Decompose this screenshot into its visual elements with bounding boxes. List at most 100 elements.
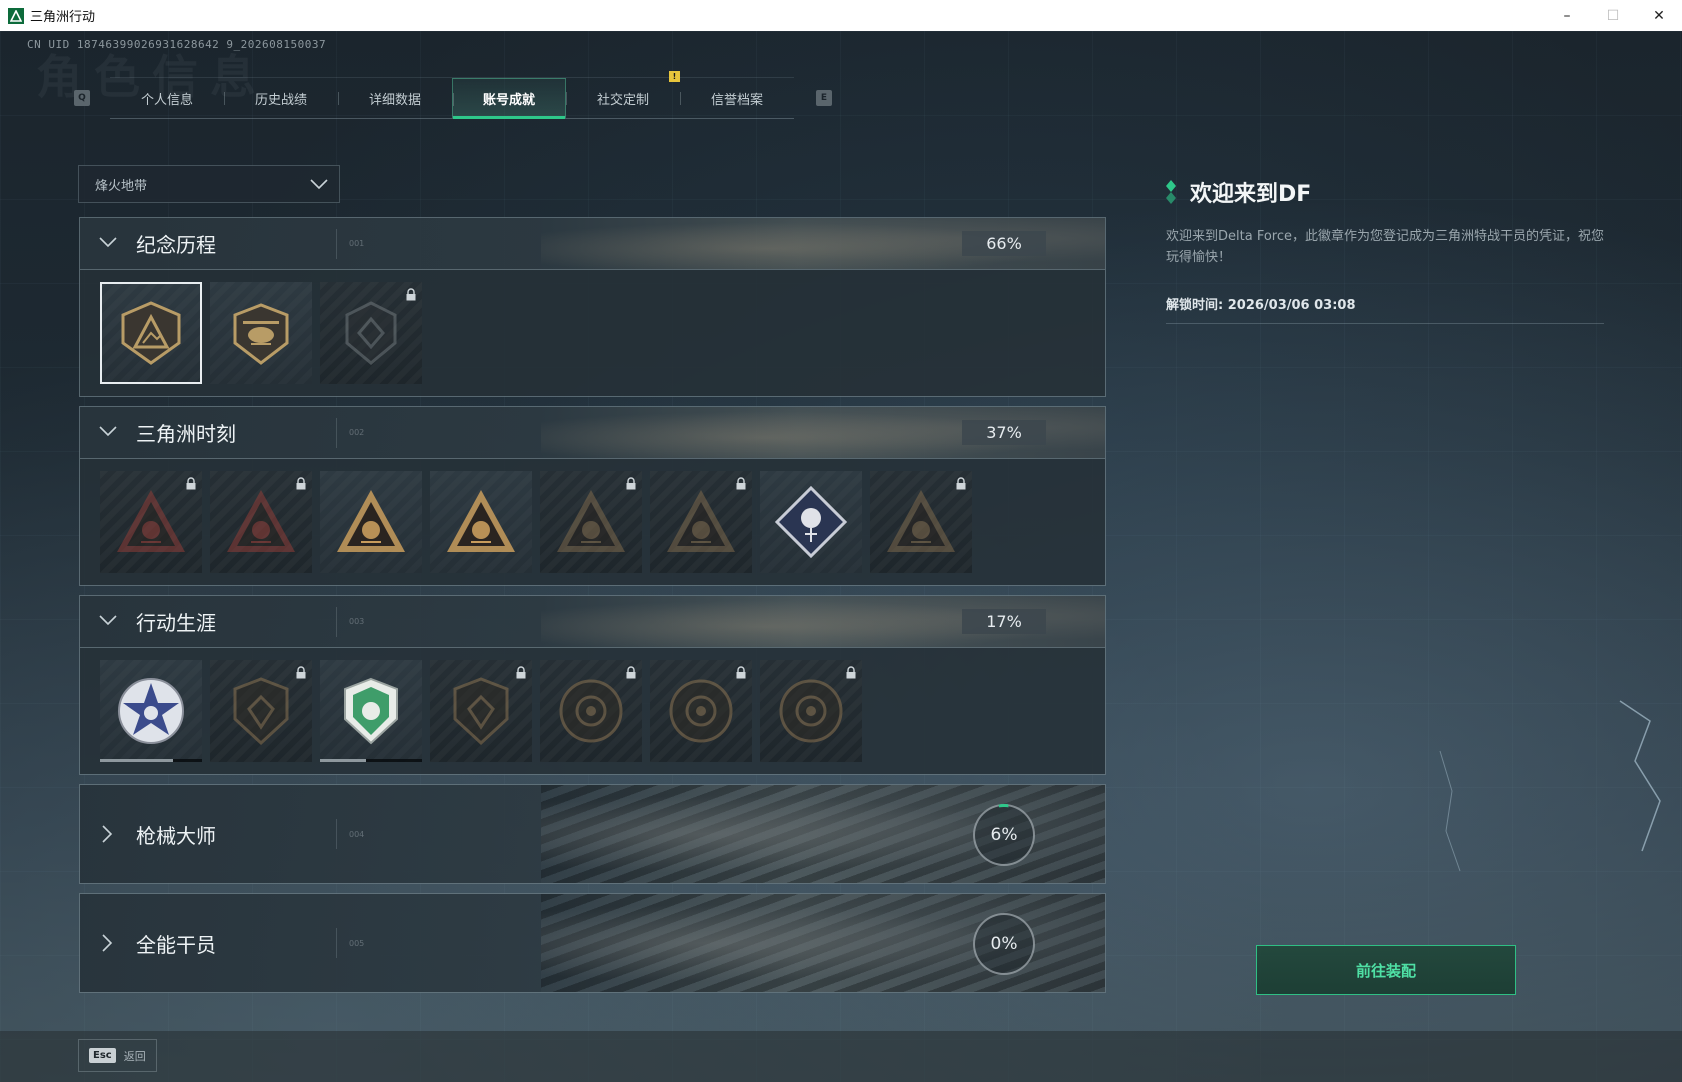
achievement-section: 全能干员 005 0% [79,893,1106,993]
planet-badge-icon [559,679,623,743]
chevron-down-icon[interactable] [80,422,136,444]
badge-tile[interactable] [320,471,422,573]
notice-badge: ! [669,71,680,82]
lock-icon [296,666,306,679]
green-shield-badge-icon [344,677,398,745]
chevron-down-icon[interactable] [80,233,136,255]
wolf-triangle-badge-icon [557,490,625,552]
badge-tile[interactable] [320,282,422,384]
badge-tile[interactable] [430,660,532,762]
window-title: 三角洲行动 [30,10,96,25]
rose-diamond-badge-icon [774,485,848,559]
bottom-bar [0,1031,1682,1082]
badge-info-title: 欢迎来到DF [1190,182,1312,207]
badge-tile[interactable] [100,660,202,762]
section-header[interactable]: 纪念历程 001 66% [80,218,1105,269]
lock-icon [846,666,856,679]
badge-progress-fill [320,759,366,762]
badge-grid [80,458,1105,585]
badge-tile[interactable] [430,471,532,573]
section-progress: 17% [962,609,1046,634]
back-button[interactable]: Esc 返回 [78,1039,157,1072]
mode-select-value: 烽火地带 [95,178,148,194]
badge-tile[interactable] [210,282,312,384]
section-progress: 6% [973,804,1035,866]
section-code: 005 [336,928,364,958]
section-header[interactable]: 枪械大师 004 6% [80,785,1105,883]
robot-triangle-badge-icon [117,490,185,552]
bird-triangle-badge-icon [887,490,955,552]
badge-tile[interactable] [760,660,862,762]
section-progress: 0% [973,913,1035,975]
lock-icon [296,477,306,490]
badge-tile[interactable] [540,660,642,762]
tab-4[interactable]: 社交定制! [566,71,680,118]
tab-5[interactable]: 信誉档案 [680,78,794,118]
back-label: 返回 [123,1049,146,1063]
badge-tile[interactable] [210,471,312,573]
close-button[interactable]: ✕ [1636,0,1682,31]
tab-list: 个人信息 历史战绩 详细数据 账号成就 社交定制! 信誉档案 [110,71,794,119]
tab-bar: Q 个人信息 历史战绩 详细数据 账号成就 社交定制! 信誉档案 E [74,71,832,120]
tab-0[interactable]: 个人信息 [110,78,224,118]
achievement-sections: 纪念历程 001 66% 三角洲时刻 002 37% 行动生涯 003 17% … [79,217,1106,1002]
app-logo-icon [8,7,24,24]
dice-triangle-badge-icon [337,490,405,552]
chevron-down-icon[interactable] [80,611,136,633]
tab-1[interactable]: 历史战绩 [224,78,338,118]
badge-tile[interactable] [870,471,972,573]
badge-tile[interactable] [760,471,862,573]
chevron-right-icon[interactable] [80,932,136,954]
lock-icon [956,477,966,490]
section-code: 001 [336,228,364,259]
lock-icon [736,477,746,490]
section-header[interactable]: 全能干员 005 0% [80,894,1105,992]
section-progress-value: 0% [990,934,1018,954]
prev-tab-key-hint[interactable]: Q [74,90,90,106]
badge-tile[interactable] [100,471,202,573]
section-code: 003 [336,606,364,637]
section-code: 002 [336,417,364,448]
skull-target-badge-icon [669,679,733,743]
section-title: 纪念历程 [136,233,216,257]
minimize-button[interactable]: – [1544,0,1590,31]
eye-badge-icon [779,679,843,743]
section-progress-value: 6% [990,825,1018,845]
next-tab-key-hint[interactable]: E [816,90,832,106]
diamond-shield-badge-icon [345,301,397,365]
badge-grid [80,269,1105,396]
badge-progress-bar [100,759,202,762]
badge-grid [80,647,1105,774]
badge-progress-fill [100,759,174,762]
badge-info-panel: 欢迎来到DF 欢迎来到Delta Force，此徽章作为您登记成为三角洲特战干员… [1166,176,1604,324]
chevron-right-icon[interactable] [80,823,136,845]
achievement-section: 行动生涯 003 17% [79,595,1106,775]
badge-tile[interactable] [210,660,312,762]
section-header[interactable]: 三角洲时刻 002 37% [80,407,1105,458]
go-equip-button[interactable]: 前往装配 [1256,945,1516,995]
maximize-button[interactable]: ☐ [1590,0,1636,31]
tab-label: 个人信息 [140,92,193,108]
badge-tile[interactable] [650,660,752,762]
tab-2[interactable]: 详细数据 [338,78,452,118]
flame-shield-badge-icon [233,677,289,746]
diamond-marker-icon [1166,180,1176,204]
soldiers-triangle-badge-icon [447,490,515,552]
section-title: 三角洲时刻 [136,422,236,446]
badge-tile[interactable] [320,660,422,762]
chevron-down-icon [310,179,328,190]
badge-tile[interactable] [650,471,752,573]
achievement-section: 纪念历程 001 66% [79,217,1106,397]
tab-label: 社交定制 [596,92,649,108]
achievement-section: 三角洲时刻 002 37% [79,406,1106,586]
badge-tile[interactable] [540,471,642,573]
tab-label: 信誉档案 [710,92,763,108]
lock-icon [626,666,636,679]
mode-select[interactable]: 烽火地带 [78,165,340,203]
badge-tile[interactable] [100,282,202,384]
lock-icon [406,288,416,301]
section-code: 004 [336,819,364,849]
section-progress: 66% [962,231,1046,256]
section-header[interactable]: 行动生涯 003 17% [80,596,1105,647]
tab-3[interactable]: 账号成就 [452,78,566,119]
